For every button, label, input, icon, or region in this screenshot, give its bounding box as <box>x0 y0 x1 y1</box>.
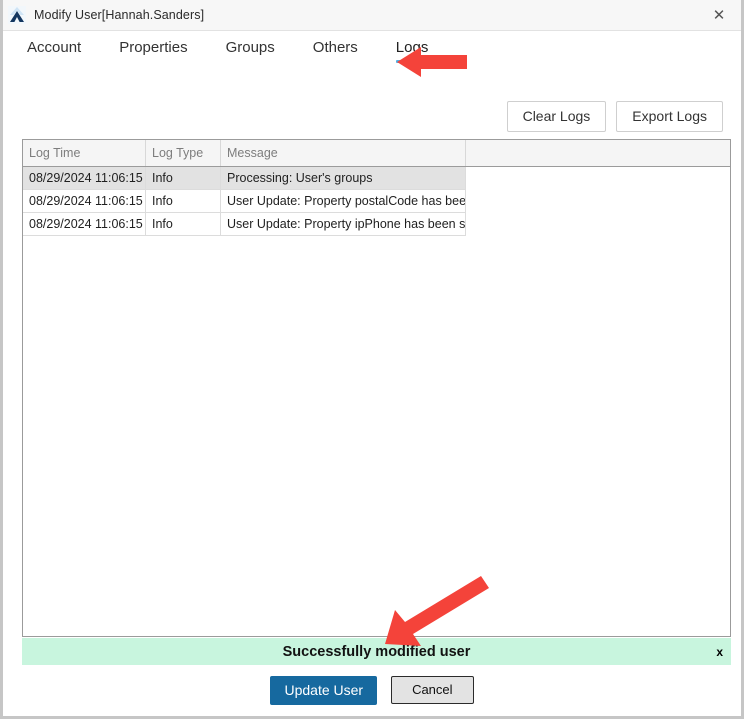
update-user-button[interactable]: Update User <box>270 676 378 705</box>
logs-toolbar: Clear Logs Export Logs <box>506 101 723 132</box>
cell-message: Processing: User's groups <box>220 166 466 190</box>
cell-log-time: 08/29/2024 11:06:15 <box>23 212 146 236</box>
logs-table-panel[interactable]: Log Time Log Type Message 08/29/2024 11:… <box>22 139 731 637</box>
tab-account[interactable]: Account <box>23 37 95 63</box>
column-header-log-time[interactable]: Log Time <box>23 140 146 167</box>
tab-properties[interactable]: Properties <box>105 37 201 63</box>
tab-logs[interactable]: Logs <box>382 37 443 63</box>
table-header-row: Log Time Log Type Message <box>23 140 730 167</box>
window-title: Modify User[Hannah.Sanders] <box>34 8 205 22</box>
tab-others[interactable]: Others <box>299 37 372 63</box>
logs-table: Log Time Log Type Message 08/29/2024 11:… <box>23 140 730 236</box>
cancel-button[interactable]: Cancel <box>391 676 474 704</box>
cell-log-type: Info <box>145 166 221 190</box>
table-row[interactable]: 08/29/2024 11:06:15 Info User Update: Pr… <box>23 189 731 213</box>
dialog-footer: Update User Cancel <box>3 672 741 718</box>
status-banner: Successfully modified user x <box>22 638 731 665</box>
cell-log-type: Info <box>145 212 221 236</box>
status-banner-message: Successfully modified user <box>282 643 471 660</box>
banner-close-icon[interactable]: x <box>716 646 723 658</box>
cell-message: User Update: Property postalCode has bee… <box>220 189 466 213</box>
clear-logs-button[interactable]: Clear Logs <box>506 101 607 132</box>
cell-log-time: 08/29/2024 11:06:15 <box>23 189 146 213</box>
cell-log-time: 08/29/2024 11:06:15 <box>23 166 146 190</box>
cell-empty <box>466 190 731 213</box>
tab-bar: Account Properties Groups Others Logs <box>3 31 741 73</box>
cell-empty <box>466 213 731 236</box>
column-header-empty[interactable] <box>465 140 730 167</box>
title-bar: Modify User[Hannah.Sanders] ✕ <box>3 0 741 31</box>
modify-user-dialog: Modify User[Hannah.Sanders] ✕ Account Pr… <box>0 0 744 719</box>
column-header-log-type[interactable]: Log Type <box>145 140 221 167</box>
column-header-message[interactable]: Message <box>220 140 466 167</box>
cell-empty <box>465 166 730 190</box>
table-row[interactable]: 08/29/2024 11:06:15 Info Processing: Use… <box>23 166 730 190</box>
cell-message: User Update: Property ipPhone has been s… <box>220 212 466 236</box>
table-row[interactable]: 08/29/2024 11:06:15 Info User Update: Pr… <box>23 212 731 236</box>
tab-groups[interactable]: Groups <box>212 37 289 63</box>
app-mountain-icon <box>8 6 26 24</box>
export-logs-button[interactable]: Export Logs <box>616 101 723 132</box>
close-icon[interactable]: ✕ <box>697 0 741 30</box>
cell-log-type: Info <box>145 189 221 213</box>
